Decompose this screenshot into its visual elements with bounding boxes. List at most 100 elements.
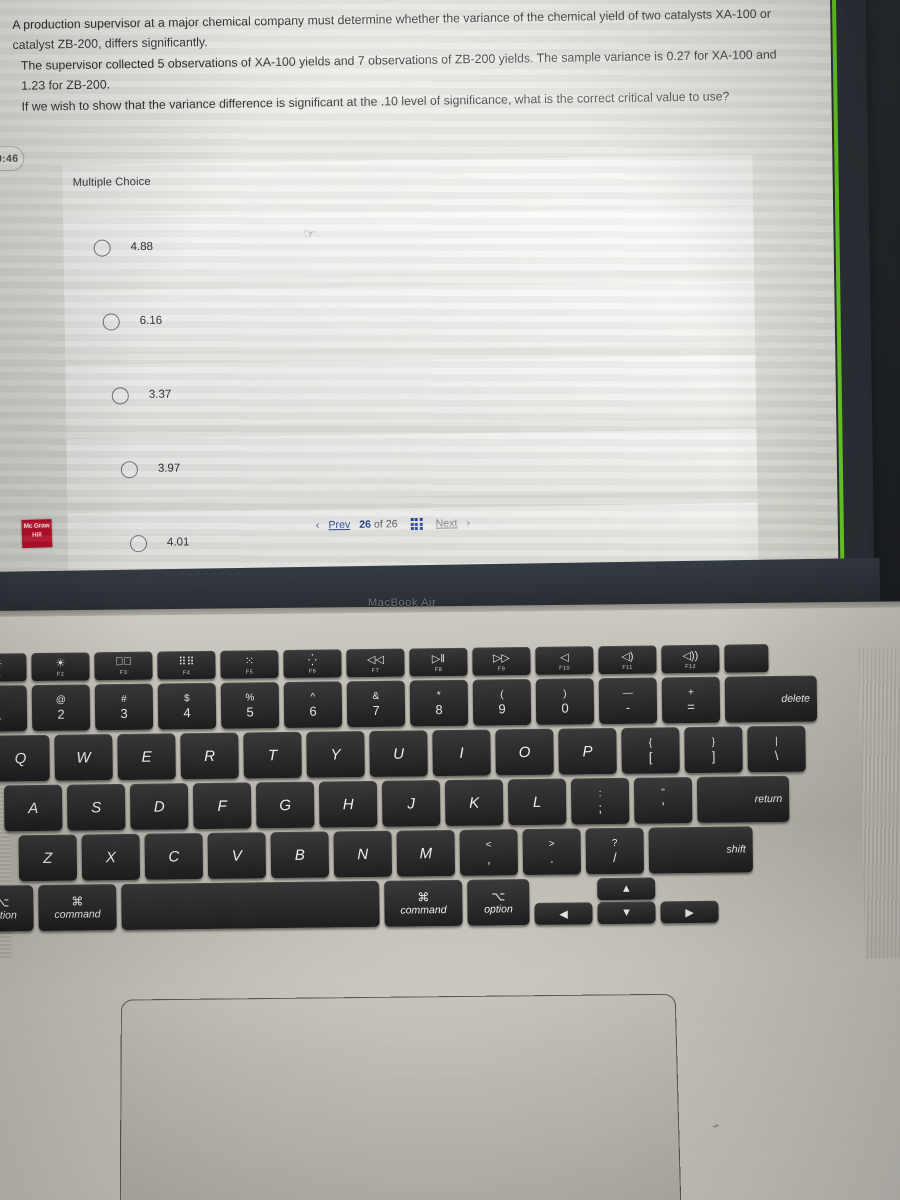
- key-b[interactable]: B: [270, 831, 330, 879]
- trackpad[interactable]: [119, 993, 685, 1200]
- key-f6[interactable]: ⁛ F6: [283, 649, 342, 679]
- key-option-left[interactable]: ⌥ option: [0, 885, 34, 932]
- key-i[interactable]: I: [432, 729, 491, 777]
- key-arrow-left[interactable]: ◀: [534, 902, 593, 925]
- key-f8[interactable]: ▷ǁ F8: [409, 647, 468, 677]
- key-q[interactable]: Q: [0, 734, 50, 782]
- key-f7[interactable]: ◁◁ F7: [346, 648, 405, 678]
- key-arrow-right[interactable]: ▶: [660, 900, 719, 924]
- key-f5[interactable]: ⁙ F5: [220, 650, 279, 679]
- key-f10[interactable]: ◁ F10: [535, 646, 594, 675]
- key-p[interactable]: P: [558, 727, 617, 775]
- key-t[interactable]: T: [243, 731, 302, 779]
- brightness-up-icon: ☀: [55, 657, 66, 670]
- media-forward-icon: ▷▷: [492, 651, 510, 664]
- key-f11[interactable]: ◁) F11: [598, 645, 657, 675]
- key-h[interactable]: H: [318, 780, 378, 828]
- option-symbol-icon: ⌥: [0, 895, 10, 910]
- key-9[interactable]: (9: [472, 679, 532, 726]
- arrow-up-icon: ▲: [620, 882, 632, 895]
- arrow-right-icon: ▶: [685, 906, 694, 919]
- key-equals[interactable]: + =: [661, 676, 721, 724]
- key-bracket-left[interactable]: {[: [621, 727, 680, 774]
- key-shift-right[interactable]: shift: [648, 826, 754, 874]
- key-f[interactable]: F: [192, 782, 252, 830]
- key-d[interactable]: D: [129, 783, 189, 830]
- key-e[interactable]: E: [117, 733, 176, 781]
- key-3[interactable]: #3: [94, 683, 154, 731]
- key-l[interactable]: L: [507, 778, 567, 826]
- key-f3[interactable]: ⊞⃞ F3: [94, 651, 153, 681]
- launchpad-icon: ⠿⠿: [178, 655, 195, 668]
- key-4[interactable]: $4: [157, 682, 217, 730]
- macbook-photo: A production supervisor at a major chemi…: [0, 0, 900, 1200]
- key-option-right[interactable]: ⌥ option: [467, 879, 530, 926]
- key-w[interactable]: W: [54, 734, 113, 781]
- key-0[interactable]: ) 0: [535, 678, 595, 725]
- keyboard-backlight-down-icon: ⁙: [244, 654, 255, 667]
- key-6[interactable]: ^ 6: [283, 681, 343, 729]
- key-x[interactable]: X: [81, 833, 141, 881]
- key-8[interactable]: * 8: [409, 679, 469, 727]
- key-n[interactable]: N: [333, 830, 393, 878]
- keyboard-backlight-up-icon: ⁛: [307, 654, 317, 667]
- key-7[interactable]: & 7: [346, 680, 406, 728]
- key-v[interactable]: V: [207, 832, 267, 879]
- key-r[interactable]: R: [180, 732, 239, 780]
- arrow-up-down-stack: ▲ ▼: [597, 877, 656, 925]
- key-command-left[interactable]: ⌘ command: [38, 884, 117, 932]
- key-touch-id[interactable]: [724, 644, 769, 673]
- media-play-pause-icon: ▷ǁ: [431, 652, 445, 665]
- key-2[interactable]: @2: [31, 684, 91, 732]
- option-symbol-icon: ⌥: [491, 889, 506, 904]
- key-z[interactable]: Z: [18, 834, 78, 882]
- arrow-left-icon: ◀: [559, 908, 568, 921]
- key-f12[interactable]: ◁)) F12: [661, 644, 720, 674]
- key-u[interactable]: U: [369, 730, 428, 777]
- key-comma[interactable]: <,: [459, 829, 519, 876]
- volume-mute-icon: ◁: [560, 651, 569, 664]
- volume-down-icon: ◁): [621, 650, 634, 663]
- keyboard-top-letter-row: Q W E R T Y U I O P {[ }] | \: [0, 724, 900, 782]
- keyboard-home-letter-row: A S D F G H J K L :; " ' return: [0, 774, 900, 832]
- keyboard: ☀F1 ☀F2 ⊞⃞F3 ⠿⠿F4 ⁙F5 ⁛F6 ◁◁F7 ▷ǁF8 ▷▷F9…: [0, 642, 900, 936]
- key-5[interactable]: % 5: [220, 682, 280, 729]
- key-s[interactable]: S: [66, 783, 126, 831]
- key-f1[interactable]: ☀F1: [0, 653, 27, 682]
- key-delete[interactable]: delete: [724, 675, 818, 723]
- keyboard-bottom-letter-row: Z X C V B N M <, >. ? / shift: [0, 824, 900, 882]
- keyboard-modifier-row: ⌥ option ⌘ command ⌘ command ⌥ option ◀: [0, 874, 900, 932]
- key-f9[interactable]: ▷▷ F9: [472, 647, 531, 676]
- key-space[interactable]: [121, 880, 380, 931]
- key-return[interactable]: return: [696, 775, 790, 823]
- key-m[interactable]: M: [396, 829, 456, 877]
- key-quote[interactable]: " ': [633, 777, 693, 824]
- key-arrow-down[interactable]: ▼: [597, 901, 656, 925]
- screen-recording-border: [0, 0, 845, 582]
- media-rewind-icon: ◁◁: [366, 653, 384, 666]
- key-c[interactable]: C: [144, 833, 204, 880]
- key-k[interactable]: K: [444, 779, 504, 827]
- key-a[interactable]: A: [3, 784, 63, 832]
- key-f4[interactable]: ⠿⠿ F4: [157, 650, 216, 680]
- key-backslash[interactable]: | \: [747, 725, 806, 773]
- volume-up-icon: ◁)): [682, 649, 699, 662]
- key-y[interactable]: Y: [306, 731, 365, 778]
- key-g[interactable]: G: [255, 781, 315, 829]
- key-slash[interactable]: ? /: [585, 827, 645, 875]
- key-f2[interactable]: ☀ F2: [31, 652, 90, 682]
- key-j[interactable]: J: [381, 780, 441, 827]
- key-minus[interactable]: — -: [598, 677, 658, 725]
- key-o[interactable]: O: [495, 728, 554, 776]
- key-semicolon[interactable]: :;: [570, 777, 630, 825]
- key-1[interactable]: !1: [0, 685, 28, 732]
- key-arrow-up[interactable]: ▲: [597, 877, 656, 901]
- command-symbol-icon: ⌘: [71, 894, 84, 909]
- brightness-down-icon: ☀: [0, 657, 3, 671]
- mission-control-icon: ⊞⃞: [115, 655, 132, 669]
- key-bracket-right[interactable]: }]: [684, 726, 743, 774]
- keyboard-number-row: !1 @2 #3 $4 %5 ^6 &7 *8 (9 )0 —- += dele…: [0, 674, 900, 732]
- arrow-down-icon: ▼: [621, 906, 633, 919]
- key-command-right[interactable]: ⌘ command: [384, 879, 463, 927]
- key-period[interactable]: >.: [522, 828, 582, 876]
